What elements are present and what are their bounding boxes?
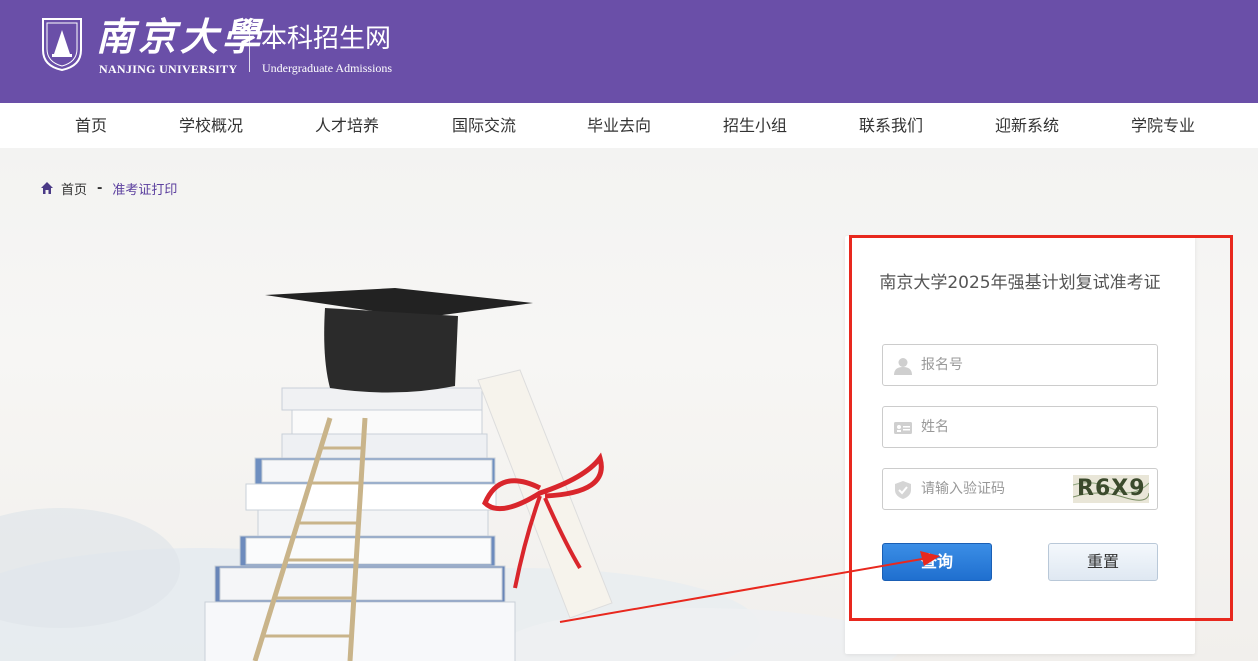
main-nav: 首页 学校概况 人才培养 国际交流 毕业去向 招生小组 联系我们 迎新系统 学院… [0,103,1258,148]
query-button[interactable]: 查询 [882,543,992,581]
university-logo-chinese: 南京大學 [96,14,265,59]
captcha-text: R6X9 [1077,476,1146,501]
breadcrumb: 首页 - 准考证打印 [40,179,178,198]
university-seal-icon [42,18,82,72]
home-icon[interactable] [40,181,54,195]
nav-item-welcome-system[interactable]: 迎新系统 [995,103,1059,148]
university-logo-english: NANJING UNIVERSITY [99,62,238,76]
nav-item-admission-team[interactable]: 招生小组 [723,103,787,148]
nav-item-contact[interactable]: 联系我们 [859,103,923,148]
site-title: 本科招生网 [261,24,392,54]
reset-button[interactable]: 重置 [1048,543,1158,581]
site-subtitle: Undergraduate Admissions [262,61,393,75]
nav-item-career[interactable]: 毕业去向 [587,103,651,148]
registration-number-input[interactable] [921,345,1101,385]
nav-item-home[interactable]: 首页 [75,103,107,148]
captcha-image[interactable]: R6X9 [1073,475,1149,503]
nav-item-education[interactable]: 人才培养 [315,103,379,148]
nav-item-international[interactable]: 国际交流 [452,103,516,148]
captcha-field[interactable]: R6X9 [882,468,1158,510]
logo-divider [249,24,250,72]
shield-icon [895,481,911,499]
id-card-icon [894,422,912,434]
registration-number-field[interactable] [882,344,1158,386]
breadcrumb-current: 准考证打印 [112,182,178,198]
name-field[interactable] [882,406,1158,448]
breadcrumb-separator: - [97,180,103,196]
user-icon [894,358,912,375]
breadcrumb-home[interactable]: 首页 [61,179,87,198]
site-header: 南京大學 NANJING UNIVERSITY 本科招生网 Undergradu… [0,0,1258,103]
nav-item-colleges[interactable]: 学院专业 [1131,103,1195,148]
form-title: 南京大学2025年强基计划复试准考证 [879,273,1161,293]
name-input[interactable] [921,407,1101,447]
nav-item-about[interactable]: 学校概况 [179,103,243,148]
